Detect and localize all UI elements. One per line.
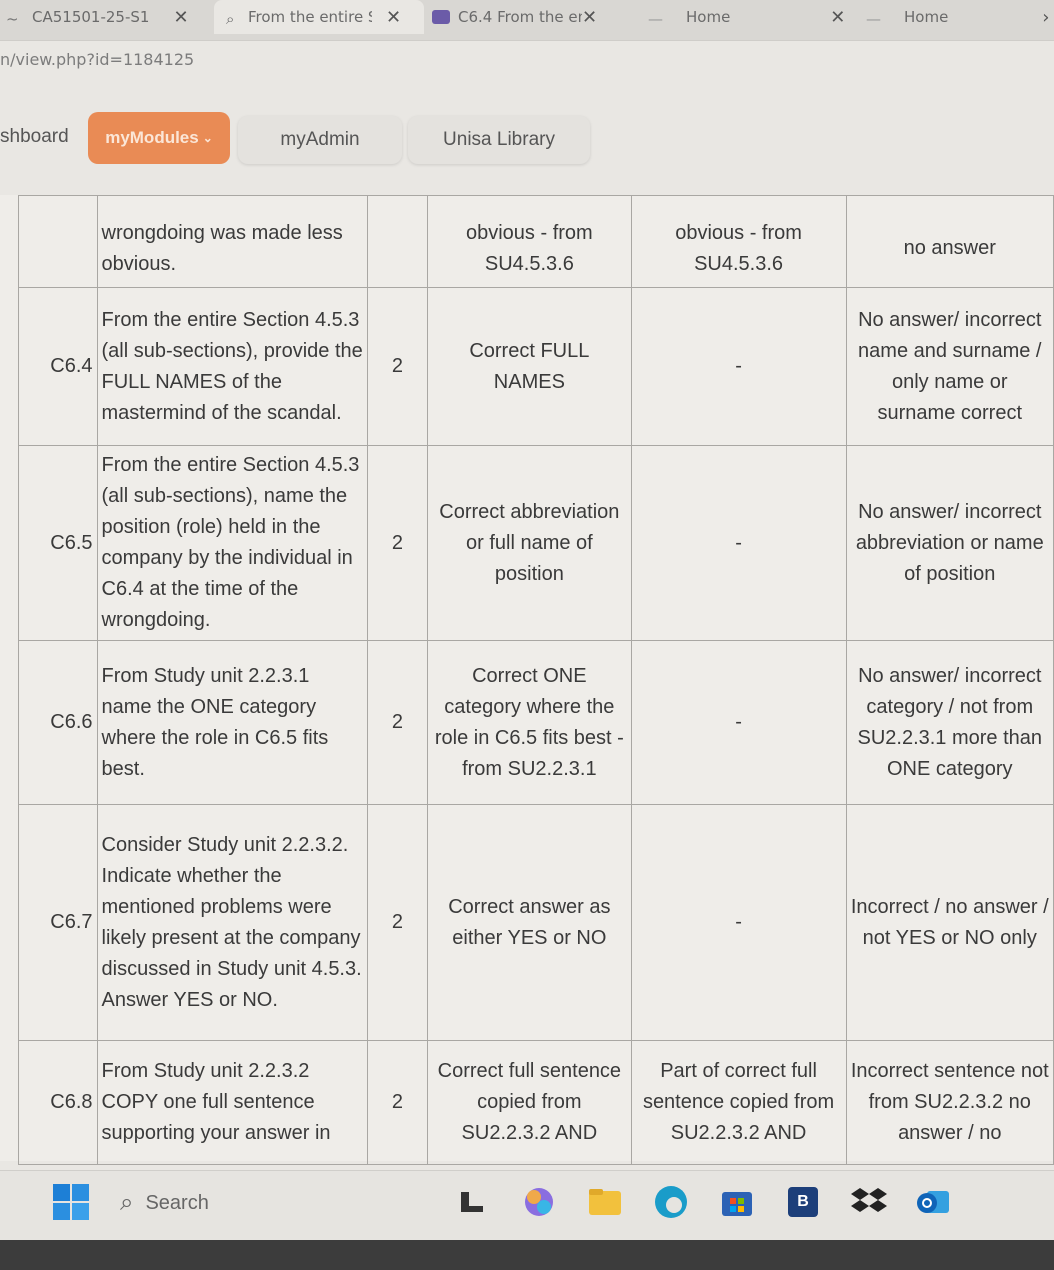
nav-my-modules[interactable]: myModules ⌄ (88, 112, 230, 164)
table-cell-zero-marks: No answer/ incorrect name and surname / … (845, 287, 1054, 446)
table-row: C6.8 From Study unit 2.2.3.2 COPY one fu… (18, 1040, 1054, 1165)
chevron-down-icon: ⌄ (202, 131, 213, 145)
cut-off-text (851, 219, 1049, 233)
nav-dashboard[interactable]: shboard (0, 126, 69, 148)
rubric-table: wrongdoing was made less obvious. obviou… (18, 195, 1054, 1165)
microsoft-store-icon[interactable] (716, 1181, 758, 1223)
table-row: C6.5 From the entire Section 4.5.3 (all … (18, 445, 1054, 641)
cut-off-text (636, 204, 842, 218)
nav-library-label: Unisa Library (443, 129, 555, 150)
taskbar-search[interactable]: ⌕ Search (120, 1183, 209, 1223)
table-cell-partial-marks: - (630, 445, 847, 641)
dropbox-icon[interactable] (848, 1181, 890, 1223)
table-cell-marks (366, 195, 429, 288)
file-explorer-icon[interactable] (584, 1181, 626, 1223)
close-icon[interactable]: ✕ (173, 7, 188, 28)
task-view-icon[interactable] (452, 1181, 494, 1223)
table-cell-zero-marks: Incorrect sentence not from SU2.2.3.2 no… (845, 1040, 1054, 1165)
tab-home-1[interactable]: — Home ✕ (648, 0, 845, 34)
table-row: wrongdoing was made less obvious. obviou… (18, 195, 1054, 288)
table-cell-question: From Study unit 2.2.3.1 name the ONE cat… (96, 640, 368, 805)
tab-favicon-icon: ~ (6, 10, 19, 28)
browser-tab-strip: ~ CA51501-25-S1 ✕ ⌕ From the entire S ✕ … (0, 0, 1054, 41)
table-cell-question: From Study unit 2.2.3.2 COPY one full se… (96, 1040, 368, 1165)
table-cell-zero-marks: No answer/ incorrect abbreviation or nam… (845, 445, 1054, 641)
edge-browser-icon[interactable] (650, 1181, 692, 1223)
tab-label: Home (904, 8, 949, 26)
table-cell-marks: 2 (366, 640, 429, 805)
b-app-glyph: B (788, 1187, 818, 1217)
table-cell-question: From the entire Section 4.5.3 (all sub-s… (96, 445, 368, 641)
tab-from-the-entire[interactable]: ⌕ From the entire S ✕ (214, 0, 424, 34)
table-cell-question: wrongdoing was made less obvious. (96, 195, 368, 288)
table-cell-full-marks: Correct abbreviation or full name of pos… (427, 445, 632, 641)
nav-my-modules-label: myModules (105, 128, 199, 147)
table-cell-marks: 2 (366, 445, 429, 641)
table-cell-full-marks: Correct answer as either YES or NO (427, 804, 632, 1041)
b-app-icon[interactable]: B (782, 1181, 824, 1223)
table-cell-zero-marks: Incorrect / no answer / not YES or NO on… (845, 804, 1054, 1041)
search-placeholder: Search (145, 1191, 209, 1214)
address-bar[interactable]: n/view.php?id=1184125 (0, 50, 194, 69)
nav-my-admin[interactable]: myAdmin (238, 116, 402, 164)
table-cell-question: Consider Study unit 2.2.3.2. Indicate wh… (96, 804, 368, 1041)
table-cell-zero-marks: no answer (845, 195, 1054, 288)
table-cell-question: From the entire Section 4.5.3 (all sub-s… (96, 287, 368, 446)
close-icon[interactable]: › (1042, 7, 1049, 28)
search-icon: ⌕ (226, 10, 235, 28)
table-cell-code (18, 195, 98, 288)
copilot-icon (432, 10, 450, 24)
cut-off-text (102, 204, 363, 218)
table-row: C6.6 From Study unit 2.2.3.1 name the ON… (18, 640, 1054, 805)
close-icon[interactable]: ✕ (830, 7, 845, 28)
table-cell-code: C6.8 (18, 1040, 98, 1165)
table-cell-partial-marks: Part of correct full sentence copied fro… (630, 1040, 847, 1165)
rubric-page: wrongdoing was made less obvious. obviou… (0, 195, 1054, 1165)
table-cell-marks: 2 (366, 1040, 429, 1165)
monitor-bezel (0, 1240, 1054, 1270)
copilot-icon[interactable] (518, 1181, 560, 1223)
search-icon: ⌕ (120, 1189, 134, 1216)
table-cell-zero-marks: No answer/ incorrect category / not from… (845, 640, 1054, 805)
tab-label: Home (686, 8, 731, 26)
windows-start-icon[interactable] (50, 1181, 92, 1223)
table-cell-full-marks: Correct full sentence copied from SU2.2.… (427, 1040, 632, 1165)
outlook-icon[interactable] (912, 1181, 954, 1223)
table-cell-code: C6.7 (18, 804, 98, 1041)
table-cell-marks: 2 (366, 287, 429, 446)
close-icon[interactable]: ✕ (582, 7, 597, 28)
table-cell-full-marks: Correct FULL NAMES (427, 287, 632, 446)
tab-favicon-icon: — (648, 10, 663, 28)
table-cell-code: C6.5 (18, 445, 98, 641)
tab-ca51501[interactable]: ~ CA51501-25-S1 ✕ (6, 0, 189, 34)
tab-c64[interactable]: C6.4 From the en ✕ (432, 0, 597, 34)
table-cell-code: C6.4 (18, 287, 98, 446)
tab-home-2[interactable]: — Home › (866, 0, 1050, 34)
nav-my-admin-label: myAdmin (280, 129, 360, 150)
close-icon[interactable]: ✕ (386, 7, 401, 28)
cut-off-text (432, 204, 626, 218)
table-cell-full-marks: Correct ONE category where the role in C… (427, 640, 632, 805)
table-cell-marks: 2 (366, 804, 429, 1041)
tab-label: C6.4 From the en (458, 8, 582, 26)
table-cell-full-marks: obvious - from SU4.5.3.6 (427, 195, 632, 288)
table-cell-partial-marks: - (630, 640, 847, 805)
nav-unisa-library[interactable]: Unisa Library (408, 116, 590, 164)
table-cell-partial-marks: - (630, 804, 847, 1041)
tab-favicon-icon: — (866, 10, 881, 28)
site-nav: shboard myModules ⌄ myAdmin Unisa Librar… (0, 108, 1054, 170)
table-cell-partial-marks: - (630, 287, 847, 446)
taskbar: ⌕ Search B (0, 1170, 1054, 1241)
tab-label: From the entire S (248, 8, 372, 26)
table-cell-code: C6.6 (18, 640, 98, 805)
tab-label: CA51501-25-S1 (32, 8, 150, 26)
table-row: C6.7 Consider Study unit 2.2.3.2. Indica… (18, 804, 1054, 1041)
table-row: C6.4 From the entire Section 4.5.3 (all … (18, 287, 1054, 446)
table-cell-partial-marks: obvious - from SU4.5.3.6 (630, 195, 847, 288)
